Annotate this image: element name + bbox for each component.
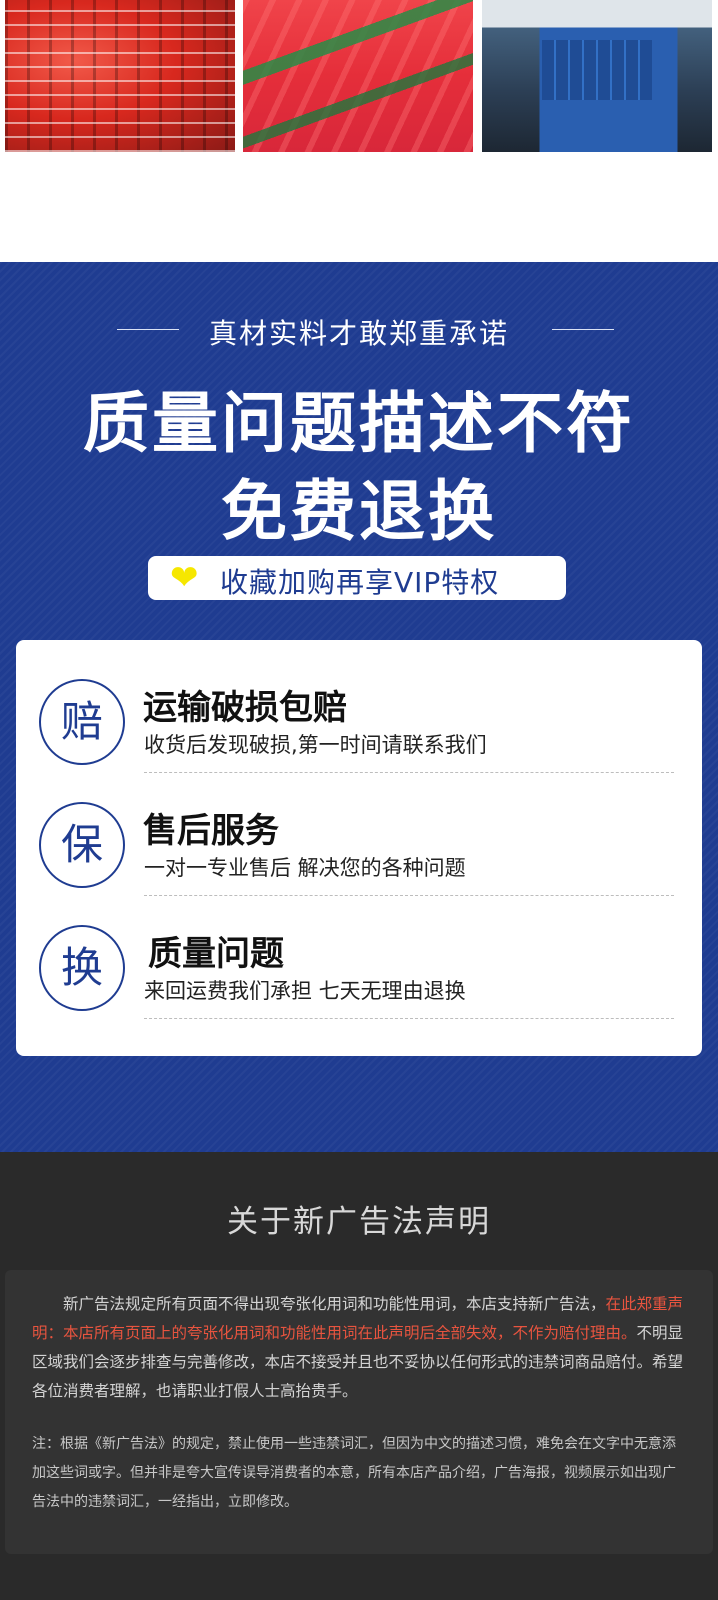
- exchange-badge-icon: 换: [39, 925, 125, 1011]
- quality-promise-section: 真材实料才敢郑重承诺 质量问题描述不符 免费退换 ❤ 收藏加购再享VIP特权 赔…: [0, 262, 718, 1152]
- vip-banner[interactable]: ❤ 收藏加购再享VIP特权: [148, 556, 566, 600]
- subtitle-right-rule: [552, 329, 614, 330]
- service-title: 售后服务: [143, 811, 279, 851]
- legal-title: 关于新广告法声明: [227, 1204, 491, 1240]
- service-item-damage-compensation: 赔 运输破损包赔 收货后发现破损,第一时间请联系我们: [16, 672, 702, 794]
- promise-headline-line2: 免费退换: [221, 473, 497, 550]
- legal-statement-paragraph: 新广告法规定所有页面不得出现夸张化用词和功能性用词，本店支持新广告法，在此郑重声…: [32, 1290, 688, 1406]
- compensation-badge-icon: 赔: [39, 679, 125, 765]
- legal-text-box: 新广告法规定所有页面不得出现夸张化用词和功能性用词，本店支持新广告法，在此郑重声…: [5, 1270, 713, 1554]
- lifebuoy-photo: [5, 0, 235, 152]
- service-title: 质量问题: [148, 934, 284, 974]
- service-item-after-sales: 保 售后服务 一对一专业售后 解决您的各种问题: [16, 795, 702, 917]
- legal-statement-text: 新广告法规定所有页面不得出现夸张化用词和功能性用词，本店支持新广告法，: [63, 1295, 606, 1313]
- product-photo-strip: [0, 0, 718, 152]
- dashed-divider: [144, 895, 674, 896]
- guarantee-badge-icon: 保: [39, 802, 125, 888]
- dashed-divider: [144, 772, 674, 773]
- dashed-divider: [144, 1018, 674, 1019]
- ad-law-statement-section: 关于新广告法声明 新广告法规定所有页面不得出现夸张化用词和功能性用词，本店支持新…: [0, 1152, 718, 1600]
- service-description: 来回运费我们承担 七天无理由退换: [144, 979, 466, 1003]
- service-item-quality-exchange: 换 质量问题 来回运费我们承担 七天无理由退换: [16, 918, 702, 1040]
- life-jacket-photo: [243, 0, 473, 152]
- service-guarantee-card: 赔 运输破损包赔 收货后发现破损,第一时间请联系我们 保 售后服务 一对一专业售…: [16, 640, 702, 1056]
- factory-photo: [482, 0, 712, 152]
- service-title: 运输破损包赔: [143, 688, 347, 728]
- service-description: 收货后发现破损,第一时间请联系我们: [144, 733, 487, 757]
- legal-note-paragraph: 注：根据《新广告法》的规定，禁止使用一些违禁词汇，但因为中文的描述习惯，难免会在…: [32, 1436, 676, 1510]
- heart-icon: ❤: [170, 558, 199, 598]
- service-description: 一对一专业售后 解决您的各种问题: [144, 856, 466, 880]
- promise-headline-line1: 质量问题描述不符: [83, 385, 635, 462]
- promise-subtitle: 真材实料才敢郑重承诺: [208, 317, 509, 350]
- vip-banner-text: 收藏加购再享VIP特权: [220, 566, 500, 599]
